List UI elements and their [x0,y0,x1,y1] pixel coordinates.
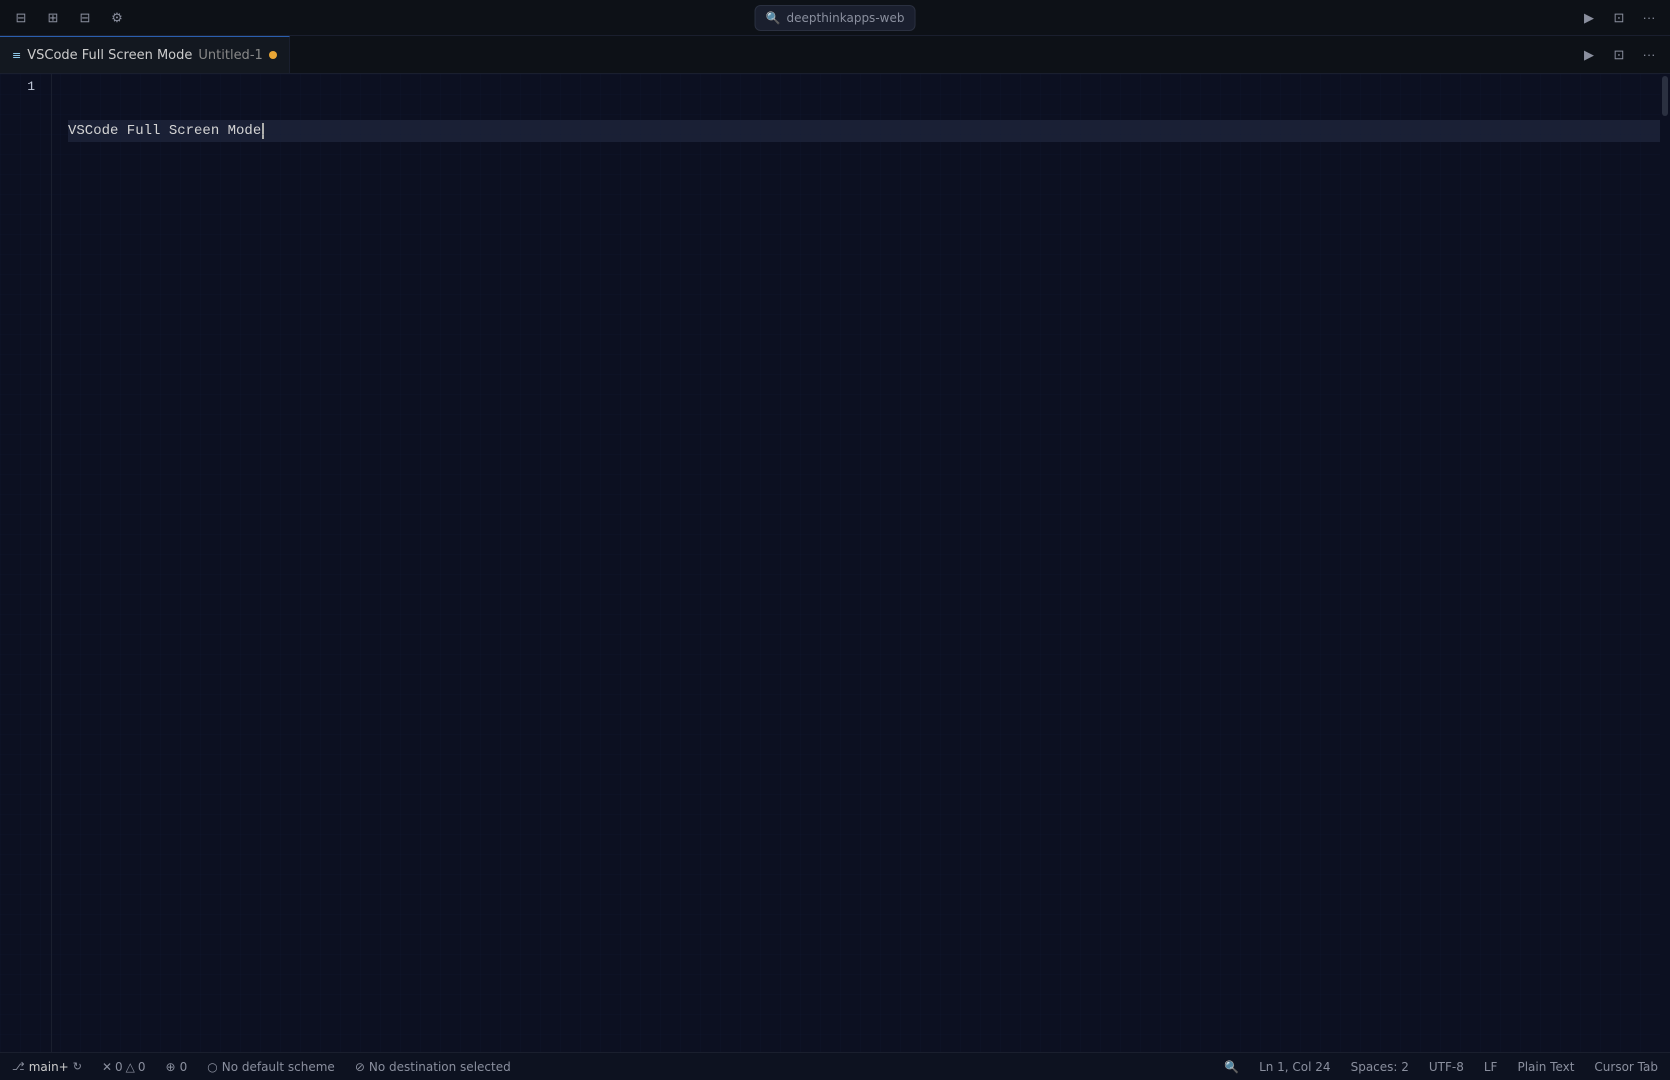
status-bar: ⎇ main+ ↻ ✕ 0 △ 0 ⊕ 0 ○ No default schem… [0,1052,1670,1080]
line-ending-item[interactable]: LF [1480,1055,1502,1079]
line-ending-label: LF [1484,1060,1498,1074]
cursor-tab-label: Cursor Tab [1594,1060,1658,1074]
search-status-item[interactable]: 🔍 [1220,1055,1243,1079]
text-cursor [262,123,264,139]
ports-item[interactable]: ⊕ 0 [162,1055,192,1079]
tab-icon: ≡ [12,49,21,62]
port-count: 0 [180,1060,188,1074]
run-icon-right[interactable]: ▶ [1576,44,1602,66]
layout2-button[interactable]: ⊟ [72,7,98,29]
editor-area: 1 VSCode Full Screen Mode [0,74,1670,1052]
line-number-1: 1 [0,76,35,98]
cursor-tab-item[interactable]: Cursor Tab [1590,1055,1662,1079]
encoding-item[interactable]: UTF-8 [1425,1055,1468,1079]
search-text: deepthinkapps-web [786,11,904,25]
encoding-label: UTF-8 [1429,1060,1464,1074]
no-dest-label: No destination selected [369,1060,511,1074]
errors-item[interactable]: ✕ 0 △ 0 [98,1055,150,1079]
unsaved-dot [269,51,277,59]
no-dest-item[interactable]: ⊘ No destination selected [351,1055,515,1079]
error-count: 0 [115,1060,123,1074]
spaces-item[interactable]: Spaces: 2 [1347,1055,1413,1079]
split-button[interactable]: ⊡ [1606,7,1632,29]
sync-icon: ↻ [73,1060,82,1073]
git-icon: ⎇ [12,1060,25,1073]
search-status-icon: 🔍 [1224,1060,1239,1074]
tab-filename: Untitled-1 [198,48,262,63]
tab-bar: ≡ VSCode Full Screen Mode Untitled-1 ▶ ⊡… [0,36,1670,74]
tab-bar-right: ▶ ⊡ ··· [1576,44,1670,66]
search-bar[interactable]: 🔍 deepthinkapps-web [755,5,916,31]
branch-item[interactable]: ⎇ main+ ↻ [8,1055,86,1079]
split-icon-right[interactable]: ⊡ [1606,44,1632,66]
editor-content[interactable]: VSCode Full Screen Mode [52,74,1660,1052]
branch-name: main+ [29,1060,69,1074]
warning-icon: △ [126,1060,135,1074]
scrollbar-right[interactable] [1660,74,1670,1052]
title-bar: ⊟ ⊞ ⊟ ⚙ ← → 🔍 deepthinkapps-web ▶ ⊡ ··· [0,0,1670,36]
title-bar-left: ⊟ ⊞ ⊟ ⚙ [8,7,188,29]
no-scheme-label: No default scheme [222,1060,335,1074]
code-line-1: VSCode Full Screen Mode [68,120,1660,142]
scrollbar-thumb [1662,76,1668,116]
warning-count: 0 [138,1060,146,1074]
line-numbers: 1 [0,74,52,1052]
settings-button[interactable]: ⚙ [104,7,130,29]
run-button[interactable]: ▶ [1576,7,1602,29]
search-icon: 🔍 [766,11,781,25]
sidebar-toggle-button[interactable]: ⊟ [8,7,34,29]
port-icon: ⊕ [166,1060,176,1074]
layout1-button[interactable]: ⊞ [40,7,66,29]
tab-name: VSCode Full Screen Mode [27,48,192,63]
title-bar-right: ▶ ⊡ ··· [1542,7,1662,29]
ln-col-label: Ln 1, Col 24 [1259,1060,1331,1074]
more-button[interactable]: ··· [1636,7,1662,29]
ln-col-item[interactable]: Ln 1, Col 24 [1255,1055,1335,1079]
language-item[interactable]: Plain Text [1513,1055,1578,1079]
tab-bar-left: ≡ VSCode Full Screen Mode Untitled-1 [0,36,290,73]
language-label: Plain Text [1517,1060,1574,1074]
spaces-label: Spaces: 2 [1351,1060,1409,1074]
error-icon: ✕ [102,1060,112,1074]
no-scheme-item[interactable]: ○ No default scheme [203,1055,339,1079]
status-left: ⎇ main+ ↻ ✕ 0 △ 0 ⊕ 0 ○ No default schem… [8,1055,515,1079]
editor-tab[interactable]: ≡ VSCode Full Screen Mode Untitled-1 [0,36,290,73]
scheme-icon: ○ [207,1060,217,1074]
status-right: 🔍 Ln 1, Col 24 Spaces: 2 UTF-8 LF Plain … [1220,1055,1662,1079]
dest-icon: ⊘ [355,1060,365,1074]
code-text-1: VSCode Full Screen Mode [68,120,261,142]
more-icon-right[interactable]: ··· [1636,44,1662,66]
